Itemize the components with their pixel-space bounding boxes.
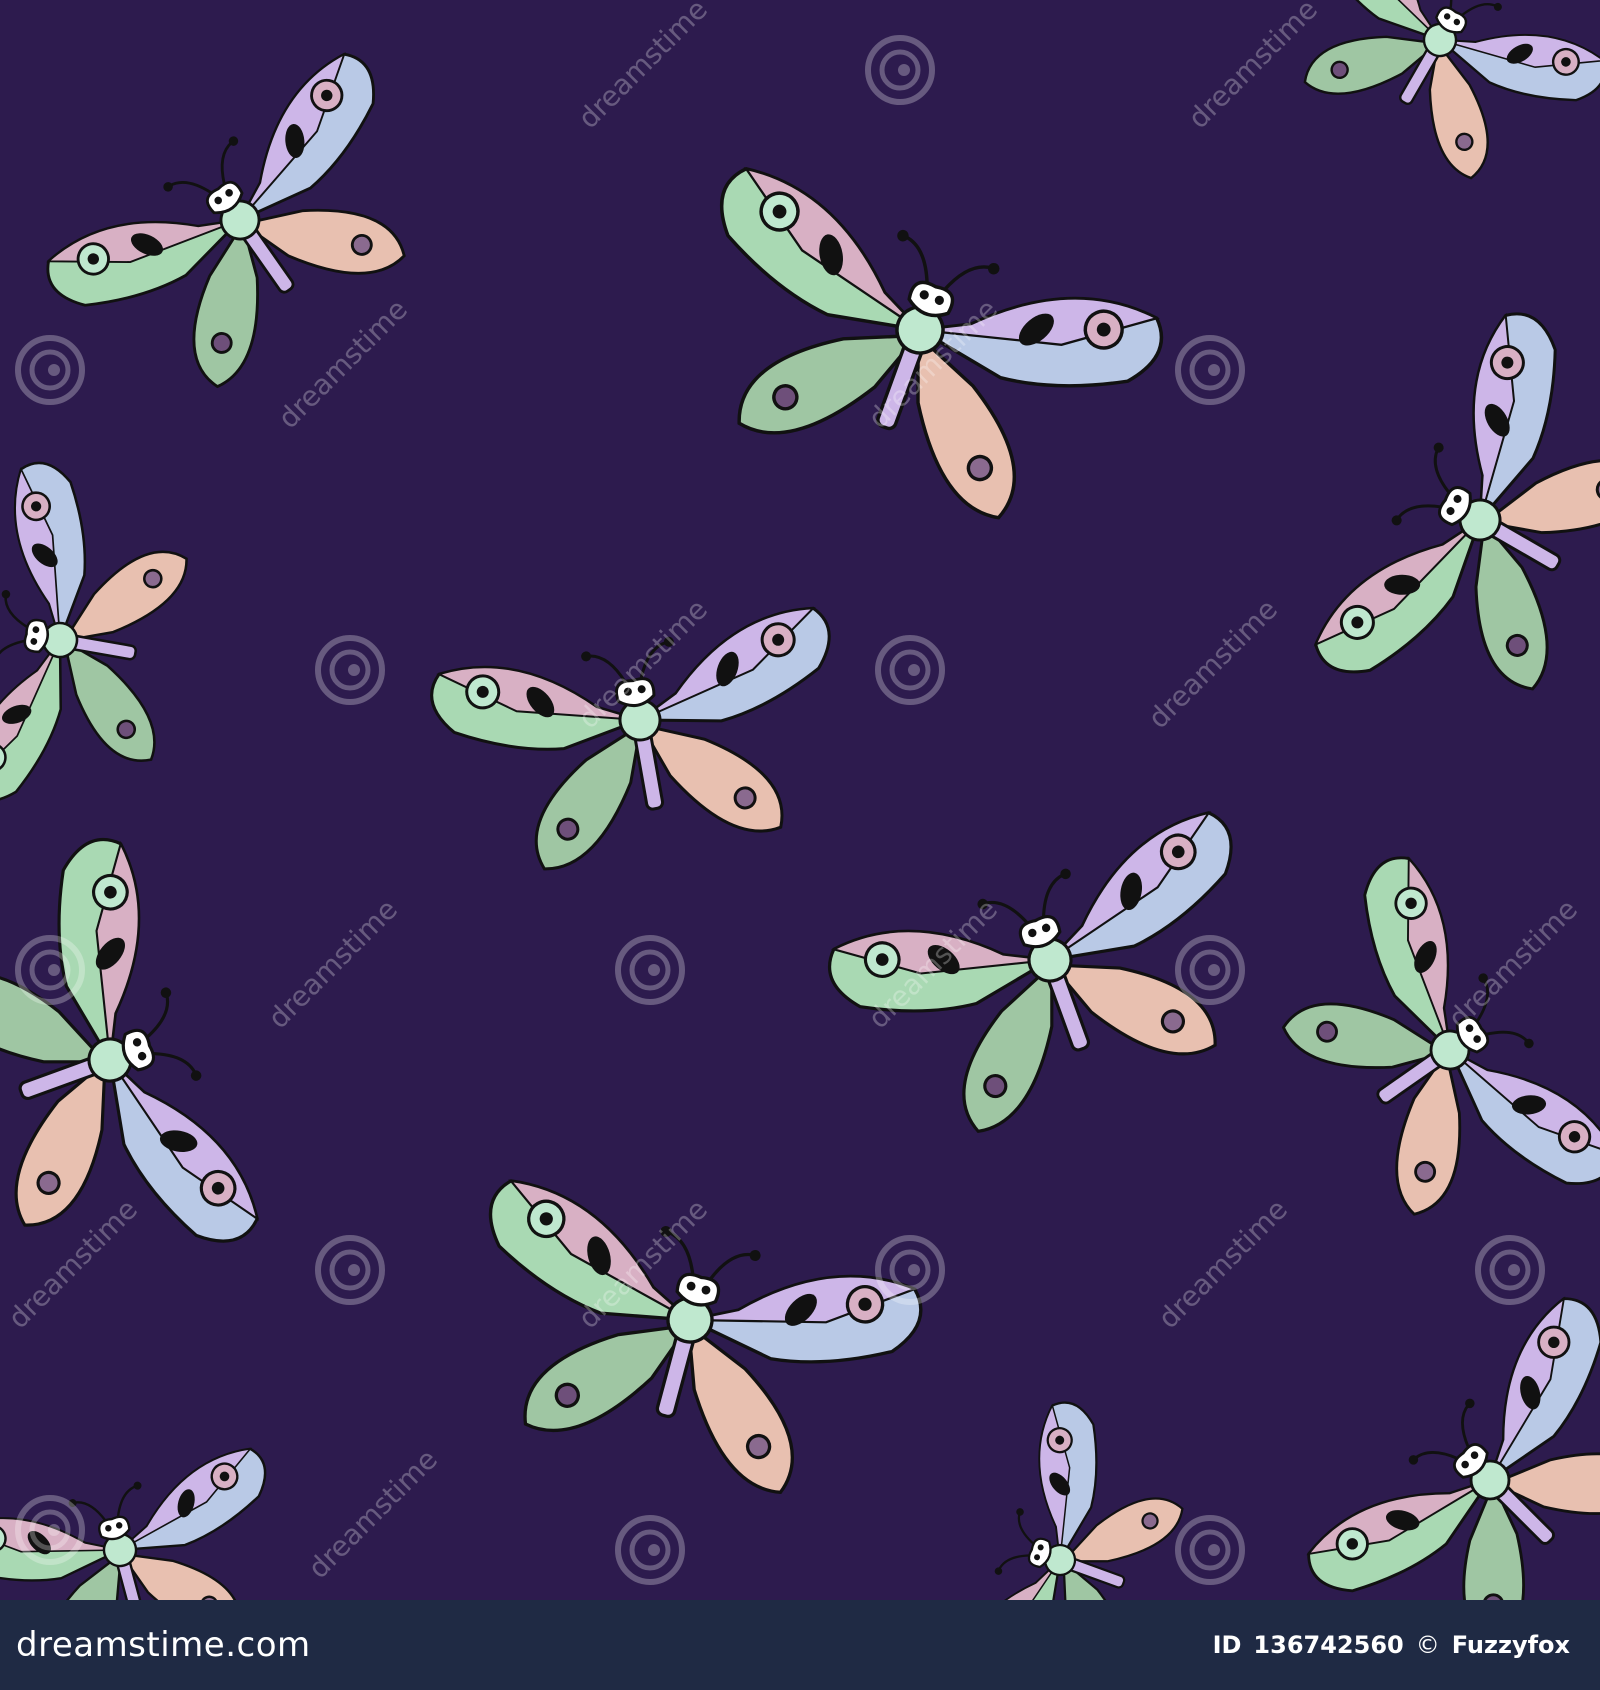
footer-bar: dreamstime.com ID 136742560 © Fuzzyfox: [0, 1600, 1600, 1690]
image-id-value: 136742560: [1253, 1631, 1404, 1659]
image-id-label: ID: [1212, 1631, 1242, 1659]
author-name[interactable]: Fuzzyfox: [1452, 1631, 1570, 1659]
copyright-symbol: ©: [1415, 1631, 1440, 1659]
footer-brand[interactable]: dreamstime.com: [16, 1625, 311, 1665]
footer-credit: ID 136742560 © Fuzzyfox: [1213, 1631, 1570, 1659]
butterfly-pattern-artwork: dreamstime dreamstime dreamstime dreamst…: [0, 0, 1600, 1600]
